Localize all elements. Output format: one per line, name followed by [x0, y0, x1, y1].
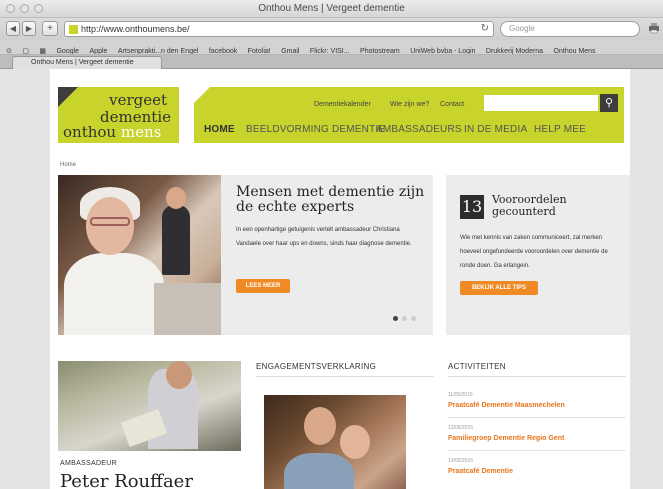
nav-in-de-media[interactable]: IN DE MEDIA [464, 124, 527, 135]
bookmark-item[interactable]: Google [56, 44, 79, 54]
activity-separator [448, 450, 626, 451]
engagement-photo[interactable] [264, 395, 406, 489]
slider-dot-3[interactable] [411, 316, 416, 321]
logo-word-onthou: onthou [63, 123, 117, 141]
nav-ambassadeurs[interactable]: AMBASSADEURS [376, 124, 462, 135]
printer-icon[interactable] [648, 22, 660, 34]
breadcrumb[interactable]: Home [60, 162, 76, 168]
activity-item[interactable]: 11/05/2015 Praatcafé Dementie Maasmechel… [448, 392, 565, 409]
photo-glasses [90, 217, 130, 226]
photo-chef [162, 205, 190, 275]
nav-beeldvorming-dementie[interactable]: BEELDVORMING DEMENTIE [246, 124, 385, 135]
site-search-input[interactable] [484, 95, 598, 111]
activity-title[interactable]: Familiegroep Dementie Regio Gent [448, 435, 564, 442]
slider-dot-2[interactable] [402, 316, 407, 321]
bookmarks-bar: ⊙ ▢ ▦ Google Apple Artsenprakti...n den … [0, 40, 663, 55]
web-page: vergeet dementie onthou mens Dementiekal… [50, 69, 630, 489]
page-viewport[interactable]: vergeet dementie onthou mens Dementiekal… [0, 69, 663, 489]
bookmark-item[interactable]: Artsenprakti...n den Engel [118, 44, 199, 54]
browser-search-placeholder: Google [509, 24, 535, 33]
engagement-rule [256, 376, 434, 377]
address-bar[interactable]: http://www.onthoumens.be/ ↻ [64, 21, 494, 37]
bookmark-item[interactable]: UniWeb bvba - Login [410, 44, 475, 54]
browser-toolbar: ◀ ▶ + http://www.onthoumens.be/ ↻ Google [0, 18, 663, 40]
nav-help-mee[interactable]: HELP MEE [534, 124, 586, 135]
main-navigation: Dementiekalender Wie zijn we? Contact ⚲ … [194, 87, 624, 143]
util-link-wie-zijn-we[interactable]: Wie zijn we? [390, 101, 429, 108]
logo-line-vergeet: vergeet [109, 91, 167, 109]
logo-word-mens: mens [120, 123, 162, 141]
hero-text: In een openhartige getuigenis vertelt am… [236, 227, 412, 247]
browser-search-field[interactable]: Google [500, 21, 640, 37]
hero-photo [58, 175, 221, 335]
vooroordelen-card: 13 Vooroordelen gecounterd Wie met kenni… [446, 175, 630, 335]
activity-item[interactable]: 12/05/2015 Praatcafé Dementie [448, 458, 513, 475]
forward-button[interactable]: ▶ [22, 21, 36, 36]
bookmark-item[interactable]: Apple [90, 44, 108, 54]
url-text: http://www.onthoumens.be/ [81, 24, 190, 34]
tab-strip: Onthou Mens | Vergeet dementie [0, 55, 663, 69]
back-button[interactable]: ◀ [6, 21, 20, 36]
activities-heading: ACTIVITEITEN [448, 362, 506, 371]
photo-head-woman [340, 425, 370, 459]
window-title: Onthou Mens | Vergeet dementie [258, 3, 405, 14]
slider-dots [393, 316, 416, 321]
activity-date: 12/05/2015 [448, 458, 474, 464]
photo-head [166, 361, 192, 389]
hero-title: Mensen met dementie zijn de echte expert… [236, 184, 425, 215]
hero-slider: Mensen met dementie zijn de echte expert… [58, 175, 433, 335]
activity-item[interactable]: 12/05/2015 Familiegroep Dementie Regio G… [448, 425, 564, 442]
search-icon[interactable]: ⚲ [600, 94, 618, 112]
photo-chef-head [166, 187, 186, 209]
bookmark-item[interactable]: Gmail [281, 44, 299, 54]
card-text: Wie met kennis van zaken communiceert, z… [460, 235, 608, 269]
card-number-badge: 13 [460, 195, 484, 219]
bekijk-alle-tips-button[interactable]: BEKIJK ALLE TIPS [460, 281, 538, 295]
top-sites-icon[interactable]: ▦ [39, 44, 46, 54]
photo-coat [64, 253, 164, 335]
slider-dot-1[interactable] [393, 316, 398, 321]
photo-face [86, 197, 134, 255]
photo-table [154, 283, 221, 335]
ambassador-photo[interactable] [58, 361, 241, 451]
add-bookmark-button[interactable]: + [42, 21, 58, 36]
bookmark-item[interactable]: Fotolia! [248, 44, 271, 54]
nav-home[interactable]: HOME [204, 124, 235, 135]
bookmarks-icon[interactable]: ▢ [22, 44, 29, 54]
bookmark-item[interactable]: Flickr: VISI... [310, 44, 350, 54]
site-logo[interactable]: vergeet dementie onthou mens [58, 87, 179, 143]
ambassador-name[interactable]: Peter Rouffaer [60, 471, 193, 489]
card-title: Vooroordelen gecounterd [492, 193, 567, 218]
util-link-contact[interactable]: Contact [440, 101, 464, 108]
logo-line-onthou-mens: onthou mens [63, 123, 161, 141]
reading-list-icon[interactable]: ⊙ [6, 44, 12, 54]
activity-date: 12/05/2015 [448, 425, 474, 431]
bookmark-item[interactable]: Photostream [360, 44, 400, 54]
lees-meer-button[interactable]: LEES MEER [236, 279, 290, 293]
photo-head-man [304, 407, 336, 445]
logo-notch [58, 87, 78, 107]
photo-shirt [284, 453, 354, 489]
bookmark-item[interactable]: facebook [209, 44, 237, 54]
browser-window: Onthou Mens | Vergeet dementie ◀ ▶ + htt… [0, 0, 663, 489]
reload-icon[interactable]: ↻ [481, 23, 489, 34]
favicon-icon [69, 25, 78, 34]
activity-separator [448, 417, 626, 418]
title-bar: Onthou Mens | Vergeet dementie [0, 0, 663, 18]
ambassador-label: AMBASSADEUR [60, 460, 117, 467]
bookmark-item[interactable]: Onthou Mens [554, 44, 596, 54]
browser-tab[interactable]: Onthou Mens | Vergeet dementie [12, 56, 162, 69]
util-link-dementiekalender[interactable]: Dementiekalender [314, 101, 371, 108]
activity-date: 11/05/2015 [448, 392, 473, 398]
engagement-heading: ENGAGEMENTSVERKLARING [256, 362, 377, 371]
activity-title[interactable]: Praatcafé Dementie Maasmechelen [448, 402, 565, 409]
bookmark-item[interactable]: Drukkerij Moderna [486, 44, 543, 54]
activity-title[interactable]: Praatcafé Dementie [448, 468, 513, 475]
activities-rule [448, 376, 626, 377]
